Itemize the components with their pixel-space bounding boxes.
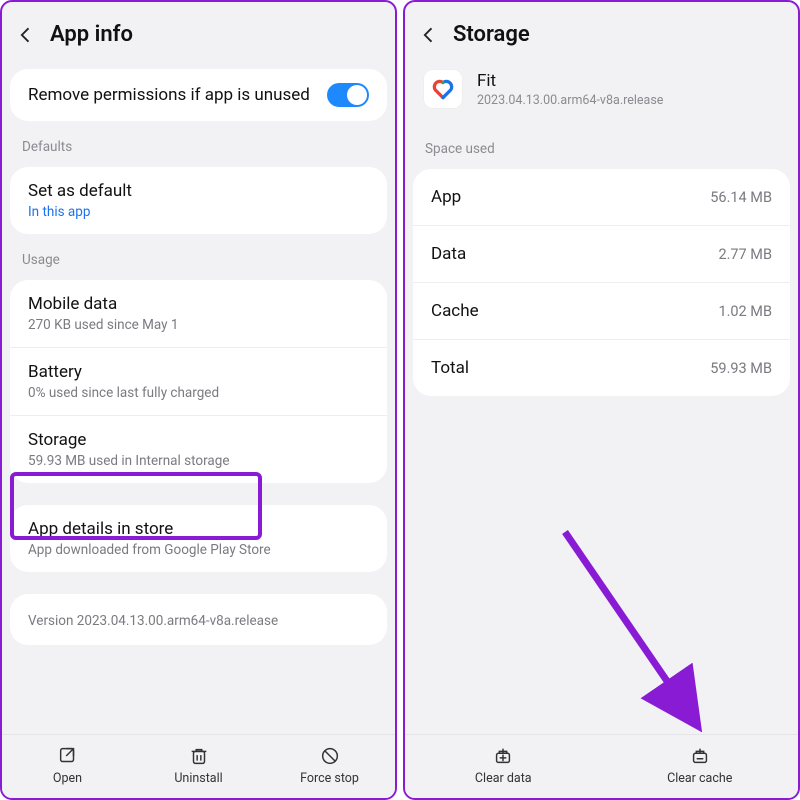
- defaults-card: Set as default In this app: [10, 167, 387, 234]
- forbid-icon: [319, 745, 341, 767]
- fit-app-icon: [423, 69, 463, 109]
- remove-permissions-label: Remove permissions if app is unused: [28, 85, 327, 105]
- mobile-data-title: Mobile data: [28, 294, 369, 314]
- app-details-row[interactable]: App details in store App downloaded from…: [10, 505, 387, 572]
- total-size-row: Total 59.93 MB: [413, 339, 790, 396]
- usage-card: Mobile data 270 KB used since May 1 Batt…: [10, 280, 387, 483]
- set-as-default-sub: In this app: [28, 204, 369, 220]
- clear-cache-icon: [689, 745, 711, 767]
- app-size-key: App: [431, 187, 461, 207]
- header: App info: [2, 2, 395, 65]
- clear-data-icon: [492, 745, 514, 767]
- version-text: Version 2023.04.13.00.arm64-v8a.release: [28, 613, 369, 629]
- data-size-row: Data 2.77 MB: [413, 225, 790, 282]
- bottom-bar: Clear data Clear cache: [405, 734, 798, 798]
- uninstall-label: Uninstall: [174, 771, 222, 786]
- cache-size-key: Cache: [431, 301, 479, 321]
- app-size-val: 56.14 MB: [710, 189, 772, 206]
- remove-permissions-row[interactable]: Remove permissions if app is unused: [10, 69, 387, 121]
- app-size-row: App 56.14 MB: [413, 169, 790, 225]
- force-stop-label: Force stop: [300, 771, 359, 786]
- trash-icon: [188, 745, 210, 767]
- space-used-card: App 56.14 MB Data 2.77 MB Cache 1.02 MB …: [413, 169, 790, 396]
- open-label: Open: [53, 771, 82, 786]
- storage-screen: Storage Fit 2023.04.13.00.arm64-v8a.rele…: [403, 0, 800, 800]
- set-as-default-title: Set as default: [28, 181, 369, 201]
- remove-permissions-card: Remove permissions if app is unused: [10, 69, 387, 121]
- header: Storage: [405, 2, 798, 65]
- mobile-data-row[interactable]: Mobile data 270 KB used since May 1: [10, 280, 387, 347]
- page-title: Storage: [453, 22, 530, 47]
- clear-cache-label: Clear cache: [667, 771, 732, 786]
- app-details-card: App details in store App downloaded from…: [10, 505, 387, 572]
- app-info-screen: App info Remove permissions if app is un…: [0, 0, 397, 800]
- storage-title: Storage: [28, 430, 369, 450]
- app-name: Fit: [477, 71, 663, 91]
- data-size-val: 2.77 MB: [718, 246, 772, 263]
- back-icon[interactable]: [419, 25, 439, 45]
- total-size-key: Total: [431, 358, 469, 378]
- mobile-data-sub: 270 KB used since May 1: [28, 317, 369, 333]
- data-size-key: Data: [431, 244, 466, 264]
- usage-section-label: Usage: [2, 238, 395, 276]
- storage-row[interactable]: Storage 59.93 MB used in Internal storag…: [10, 415, 387, 483]
- set-as-default-row[interactable]: Set as default In this app: [10, 167, 387, 234]
- open-icon: [57, 745, 79, 767]
- storage-sub: 59.93 MB used in Internal storage: [28, 453, 369, 469]
- force-stop-button[interactable]: Force stop: [264, 735, 395, 798]
- page-title: App info: [50, 22, 133, 47]
- open-button[interactable]: Open: [2, 735, 133, 798]
- version-card: Version 2023.04.13.00.arm64-v8a.release: [10, 594, 387, 645]
- cache-size-val: 1.02 MB: [718, 303, 772, 320]
- annotation-arrow: [555, 522, 715, 742]
- app-version: 2023.04.13.00.arm64-v8a.release: [477, 93, 663, 108]
- total-size-val: 59.93 MB: [710, 360, 772, 377]
- bottom-bar: Open Uninstall Force stop: [2, 734, 395, 798]
- app-header: Fit 2023.04.13.00.arm64-v8a.release: [405, 65, 798, 127]
- cache-size-row: Cache 1.02 MB: [413, 282, 790, 339]
- app-details-sub: App downloaded from Google Play Store: [28, 542, 369, 558]
- clear-data-label: Clear data: [475, 771, 532, 786]
- clear-data-button[interactable]: Clear data: [405, 735, 602, 798]
- battery-sub: 0% used since last fully charged: [28, 385, 369, 401]
- toggle-switch-on[interactable]: [327, 83, 369, 107]
- back-icon[interactable]: [16, 25, 36, 45]
- space-used-label: Space used: [405, 127, 798, 165]
- uninstall-button[interactable]: Uninstall: [133, 735, 264, 798]
- clear-cache-button[interactable]: Clear cache: [602, 735, 799, 798]
- app-details-title: App details in store: [28, 519, 369, 539]
- battery-title: Battery: [28, 362, 369, 382]
- battery-row[interactable]: Battery 0% used since last fully charged: [10, 347, 387, 415]
- defaults-section-label: Defaults: [2, 125, 395, 163]
